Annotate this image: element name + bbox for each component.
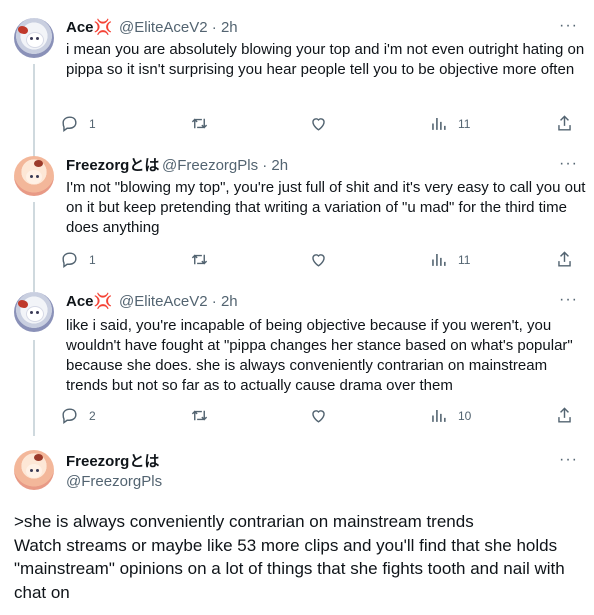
tweet-text: I'm not "blowing my top", you're just fu…: [66, 179, 590, 236]
handle-time[interactable]: @FreezorgPls · 2h: [162, 156, 288, 176]
like-icon: [312, 410, 325, 423]
reply-icon: [62, 252, 77, 269]
like-icon: [312, 254, 325, 267]
reply-icon: [62, 116, 77, 133]
anger-emoji: 💢: [93, 19, 113, 36]
more-icon[interactable]: ···: [559, 450, 578, 470]
handle[interactable]: @FreezorgPls: [66, 472, 162, 492]
like-button[interactable]: [309, 250, 338, 269]
share-icon: [558, 407, 571, 423]
more-icon[interactable]: ···: [559, 154, 578, 174]
thread-line: [33, 202, 35, 292]
retweet-button[interactable]: [190, 114, 219, 133]
views-icon: [432, 409, 446, 422]
more-icon[interactable]: ···: [559, 290, 578, 310]
views-button[interactable]: 11: [429, 114, 470, 133]
display-name[interactable]: Freezorgとは: [66, 452, 159, 472]
action-bar: 2 10: [60, 406, 582, 428]
retweet-icon: [191, 254, 208, 265]
thread-line: [33, 64, 35, 158]
display-name[interactable]: Ace💢: [66, 292, 112, 312]
handle-time[interactable]: @EliteAceV2 · 2h: [119, 18, 238, 38]
share-button[interactable]: [555, 114, 574, 133]
like-button[interactable]: [309, 406, 338, 425]
retweet-button[interactable]: [190, 406, 219, 425]
action-bar: 1 11: [60, 250, 582, 272]
tweet-text: like i said, you're incapable of being o…: [66, 317, 577, 394]
retweet-icon: [191, 118, 208, 129]
avatar[interactable]: [14, 450, 54, 490]
avatar[interactable]: [14, 156, 54, 196]
like-button[interactable]: [309, 114, 338, 133]
handle-time[interactable]: @EliteAceV2 · 2h: [119, 292, 238, 312]
views-button[interactable]: 10: [429, 406, 471, 425]
share-button[interactable]: [555, 406, 574, 425]
reply-button[interactable]: 1: [60, 114, 96, 133]
like-icon: [312, 118, 325, 131]
views-icon: [432, 117, 446, 130]
views-button[interactable]: 11: [429, 250, 470, 269]
thread-line: [33, 340, 35, 436]
avatar[interactable]: [14, 18, 54, 58]
share-icon: [558, 251, 571, 267]
anger-emoji: 💢: [93, 293, 113, 310]
reply-button[interactable]: 1: [60, 250, 96, 269]
share-icon: [558, 115, 571, 131]
tweet-text: >she is always conveniently contrarian o…: [14, 512, 565, 602]
avatar[interactable]: [14, 292, 54, 332]
retweet-icon: [191, 410, 208, 421]
reply-button[interactable]: 2: [60, 406, 96, 425]
reply-icon: [62, 408, 77, 425]
action-bar: 1 11: [60, 114, 582, 136]
tweet-text: i mean you are absolutely blowing your t…: [66, 41, 589, 78]
display-name[interactable]: Ace💢: [66, 18, 112, 38]
more-icon[interactable]: ···: [559, 16, 578, 36]
views-icon: [432, 253, 446, 266]
share-button[interactable]: [555, 250, 574, 269]
retweet-button[interactable]: [190, 250, 219, 269]
display-name[interactable]: Freezorgとは: [66, 156, 159, 176]
